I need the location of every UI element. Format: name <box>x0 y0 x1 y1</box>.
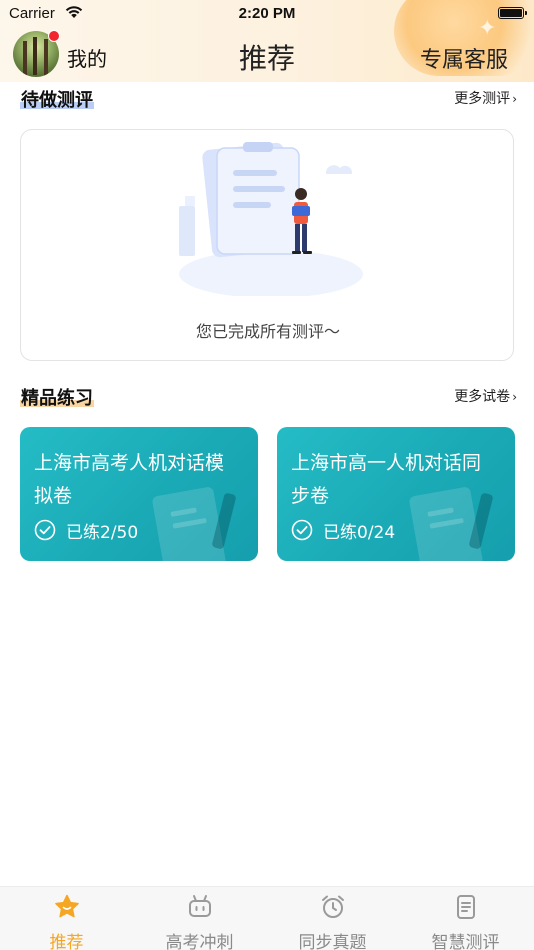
check-circle-icon <box>34 519 56 541</box>
tab-label: 推荐 <box>49 933 84 950</box>
star-icon <box>55 894 79 918</box>
practice-section-header: 精品练习 更多试卷 › <box>20 384 517 410</box>
card-title: 上海市高考人机对话模拟卷 <box>34 452 225 507</box>
more-assessments-link[interactable]: 更多测评 › <box>454 88 517 108</box>
tab-bar: 推荐 高考冲刺 同步真题 智慧测评 <box>0 886 534 950</box>
document-icon <box>457 895 475 919</box>
empty-state-illustration <box>179 142 363 296</box>
clock: 2:20 PM <box>238 5 296 22</box>
chevron-right-icon: › <box>512 92 517 106</box>
customer-service-button[interactable]: 专属客服 <box>420 42 508 74</box>
tab-gaokao-sprint[interactable]: 高考冲刺 <box>133 887 266 950</box>
tab-sync-questions[interactable]: 同步真题 <box>266 887 399 950</box>
tab-label: 同步真题 <box>298 933 367 950</box>
status-bar: Carrier 2:20 PM <box>0 0 534 28</box>
section-title: 精品练习 <box>20 384 94 410</box>
empty-state-card: 您已完成所有测评～ <box>20 129 514 361</box>
practice-card[interactable]: 上海市高一人机对话同步卷 已练0/24 <box>277 427 515 561</box>
more-papers-label: 更多试卷 <box>454 389 511 405</box>
check-circle-icon <box>291 519 313 541</box>
practice-card[interactable]: 上海市高考人机对话模拟卷 已练2/50 <box>20 427 258 561</box>
tab-recommend[interactable]: 推荐 <box>0 887 133 950</box>
alarm-clock-icon <box>322 895 344 918</box>
progress-text: 已练2/50 <box>66 523 139 543</box>
progress-text: 已练0/24 <box>323 523 396 543</box>
chevron-right-icon: › <box>512 390 517 404</box>
tab-label: 高考冲刺 <box>165 933 234 950</box>
section-title: 待做测评 <box>20 86 94 112</box>
card-title: 上海市高一人机对话同步卷 <box>291 452 482 507</box>
battery-icon <box>498 7 527 19</box>
pending-section-header: 待做测评 更多测评 › <box>20 86 517 112</box>
tab-smart-assessment[interactable]: 智慧测评 <box>399 887 532 950</box>
more-papers-link[interactable]: 更多试卷 › <box>454 386 517 406</box>
robot-icon <box>189 895 211 917</box>
tab-label: 智慧测评 <box>431 933 500 950</box>
more-assessments-label: 更多测评 <box>454 91 511 107</box>
empty-state-text: 您已完成所有测评～ <box>195 322 340 341</box>
header: ✦ Carrier 2:20 PM 我的 推荐 专属客服 <box>0 0 534 82</box>
